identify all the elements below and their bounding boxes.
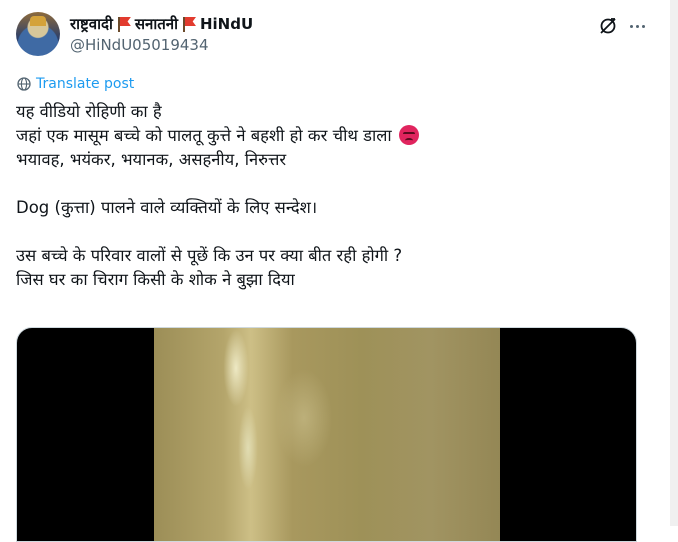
grok-icon[interactable] <box>598 16 618 36</box>
translate-post-link[interactable]: Translate post <box>16 76 134 92</box>
user-handle[interactable]: @HiNdU05019434 <box>70 36 209 54</box>
post-text-line: Dog (कुत्ता) पालने वाले व्यक्तियों के लि… <box>16 198 318 217</box>
avatar[interactable] <box>16 12 60 56</box>
post-text-line: जिस घर का चिराग किसी के शोक ने बुझा दिया <box>16 270 295 289</box>
post-text-line: उस बच्चे के परिवार वालों से पूछें कि उन … <box>16 246 403 265</box>
name-part-3: HiNdU <box>199 15 254 33</box>
post-text: यह वीडियो रोहिणी का है जहां एक मासूम बच्… <box>16 100 636 292</box>
name-part-1: राष्ट्रवादी <box>70 15 113 33</box>
video-frame[interactable] <box>154 328 500 541</box>
name-part-2: सनातनी <box>134 15 178 33</box>
display-name[interactable]: राष्ट्रवादी सनातनी HiNdU <box>70 14 253 34</box>
angry-face-icon <box>398 125 419 145</box>
translate-globe-icon <box>17 77 31 91</box>
red-flag-icon <box>117 16 131 32</box>
post-text-line: भयावह, भयंकर, भयानक, असहनीय, निरुत्तर <box>16 150 287 169</box>
post-text-segment: जहां एक मासूम बच्चे को पालतू कुत्ते ने ब… <box>16 126 392 145</box>
red-flag-icon <box>182 16 196 32</box>
post-text-line: जहां एक मासूम बच्चे को पालतू कुत्ते ने ब… <box>16 124 636 148</box>
translate-post-label: Translate post <box>36 76 135 92</box>
more-icon[interactable] <box>626 16 648 36</box>
post-text-line: यह वीडियो रोहिणी का है <box>16 102 162 121</box>
post-header: राष्ट्रवादी सनातनी HiNdU @HiNdU05019434 <box>16 12 648 60</box>
scrollbar[interactable] <box>670 0 678 526</box>
video-player[interactable] <box>16 327 637 542</box>
